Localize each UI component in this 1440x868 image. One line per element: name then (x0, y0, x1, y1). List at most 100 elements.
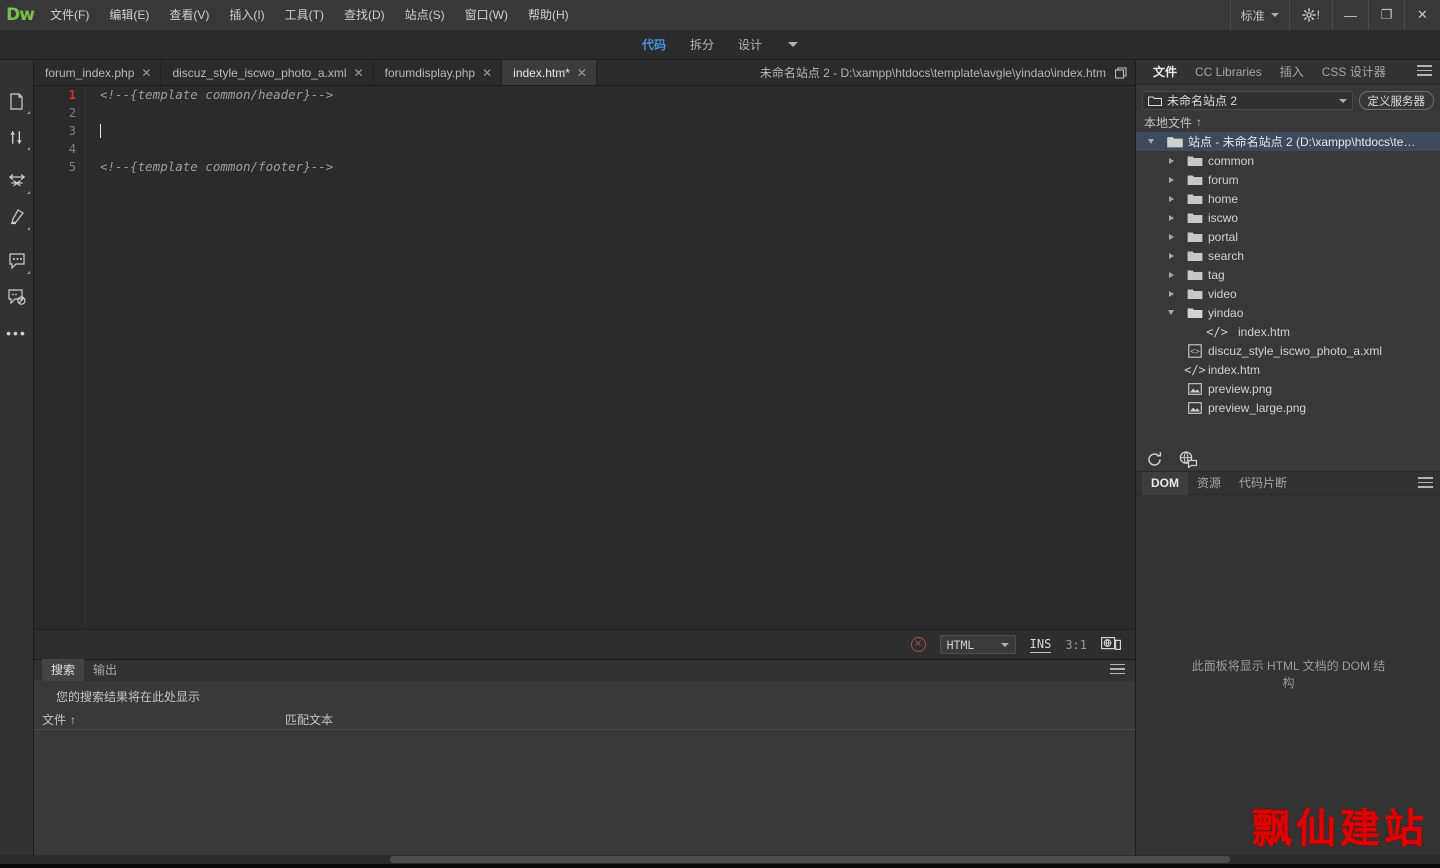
close-icon[interactable]: ✕ (141, 66, 151, 80)
tree-row-yindao-index-htm[interactable]: </> index.htm (1136, 322, 1440, 341)
tree-row-site-root[interactable]: 站点 - 未命名站点 2 (D:\xampp\htdocs\templa... (1136, 132, 1440, 151)
close-icon[interactable]: ✕ (354, 66, 364, 80)
tab-files[interactable]: 文件 (1144, 60, 1186, 85)
document-tab-index-htm[interactable]: index.htm* ✕ (502, 60, 597, 85)
document-tab-discuz-style-xml[interactable]: discuz_style_iscwo_photo_a.xml ✕ (161, 60, 374, 85)
tree-row-label: tag (1208, 267, 1225, 282)
menu-item-find[interactable]: 查找(D) (334, 0, 395, 30)
view-mode-split[interactable]: 拆分 (690, 36, 714, 53)
site-selector-dropdown[interactable]: 未命名站点 2 (1142, 91, 1353, 110)
submenu-corner-icon (26, 147, 30, 150)
tree-row-tag[interactable]: tag (1136, 265, 1440, 284)
realtime-preview-icon[interactable] (1101, 636, 1121, 653)
tree-row-discuz-style-xml[interactable]: <> discuz_style_iscwo_photo_a.xml (1136, 341, 1440, 360)
language-selector[interactable]: HTML (939, 635, 1016, 654)
menu-item-window[interactable]: 窗口(W) (455, 0, 518, 30)
tree-row-iscwo[interactable]: iscwo (1136, 208, 1440, 227)
tree-toggle[interactable] (1160, 252, 1182, 259)
tree-toggle[interactable] (1160, 290, 1182, 297)
dreamweaver-logo-icon: Dw (6, 5, 35, 25)
maximize-button[interactable]: ❐ (1368, 0, 1404, 30)
tree-toggle[interactable] (1160, 214, 1182, 221)
tab-insert[interactable]: 插入 (1271, 60, 1313, 85)
tree-row-common[interactable]: common (1136, 151, 1440, 170)
more-tools-button[interactable]: ••• (6, 326, 27, 340)
tab-snippets[interactable]: 代码片断 (1230, 472, 1296, 495)
local-files-column-header[interactable]: 本地文件 ↑ (1136, 112, 1440, 132)
folder-icon (1182, 269, 1208, 281)
view-mode-dropdown-icon[interactable] (788, 42, 799, 47)
tab-css-designer[interactable]: CSS 设计器 (1313, 60, 1395, 85)
source-navigator-icon[interactable] (2, 122, 32, 152)
tree-toggle[interactable] (1160, 310, 1182, 315)
define-server-button[interactable]: 定义服务器 (1358, 91, 1434, 110)
html-file-icon: </> (1206, 324, 1228, 339)
collapse-expand-icon[interactable] (2, 166, 32, 196)
menu-item-tools[interactable]: 工具(T) (275, 0, 334, 30)
tree-toggle[interactable] (1160, 233, 1182, 240)
view-mode-design[interactable]: 设计 (738, 36, 762, 53)
error-indicator-icon[interactable]: ✕ (910, 637, 926, 652)
tree-row-portal[interactable]: portal (1136, 227, 1440, 246)
menu-item-view[interactable]: 查看(V) (159, 0, 219, 30)
tree-toggle[interactable] (1160, 195, 1182, 202)
site-selector-row: 未命名站点 2 定义服务器 (1136, 89, 1440, 112)
menu-item-help[interactable]: 帮助(H) (518, 0, 579, 30)
tree-row-video[interactable]: video (1136, 284, 1440, 303)
tree-row-label: preview.png (1208, 381, 1273, 396)
refresh-icon[interactable] (1146, 451, 1163, 468)
close-icon[interactable]: ✕ (482, 66, 492, 80)
tree-row-preview-large-png[interactable]: preview_large.png (1136, 398, 1440, 417)
menu-item-insert[interactable]: 插入(I) (219, 0, 274, 30)
menu-item-site[interactable]: 站点(S) (395, 0, 455, 30)
tree-toggle[interactable] (1160, 176, 1182, 183)
tab-output[interactable]: 输出 (84, 659, 126, 681)
tab-dom[interactable]: DOM (1142, 471, 1188, 495)
sort-ascending-icon: ↑ (70, 712, 77, 727)
tree-row-home[interactable]: home (1136, 189, 1440, 208)
tree-row-yindao[interactable]: yindao (1136, 303, 1440, 322)
sync-icon[interactable] (1179, 450, 1198, 468)
folder-icon (1182, 212, 1208, 224)
tree-toggle[interactable] (1160, 157, 1182, 164)
open-documents-icon[interactable] (2, 86, 32, 116)
menu-bar-right: 标准 ! — ❐ ✕ (1229, 0, 1440, 30)
tree-row-preview-png[interactable]: preview.png (1136, 379, 1440, 398)
files-panel-menu-icon[interactable] (1417, 65, 1432, 79)
gear-icon (1301, 8, 1316, 22)
insert-mode-label[interactable]: INS (1029, 637, 1052, 653)
tree-toggle[interactable] (1160, 271, 1182, 278)
document-tab-forumdisplay[interactable]: forumdisplay.php ✕ (373, 60, 503, 85)
scrollbar-thumb[interactable] (390, 856, 1230, 863)
code-text-area[interactable]: <!--{template common/header}--> <!--{tem… (86, 86, 1135, 629)
search-panel-menu-icon[interactable] (1110, 663, 1125, 678)
format-source-code-icon[interactable] (2, 202, 32, 232)
close-button[interactable]: ✕ (1404, 0, 1440, 30)
workspace-switcher[interactable]: 标准 (1229, 0, 1289, 30)
document-tab-forum-index[interactable]: forum_index.php ✕ (34, 60, 162, 85)
view-mode-code[interactable]: 代码 (642, 36, 666, 53)
menu-item-edit[interactable]: 编辑(E) (99, 0, 159, 30)
tree-row-index-htm[interactable]: </> index.htm (1136, 360, 1440, 379)
folder-icon (1182, 250, 1208, 262)
dom-panel-menu-icon[interactable] (1418, 477, 1433, 491)
line-number: 4 (68, 142, 76, 156)
tree-toggle[interactable] (1140, 139, 1162, 144)
restore-window-icon[interactable] (1115, 66, 1127, 79)
remove-comment-icon[interactable] (2, 282, 32, 312)
tree-row-forum[interactable]: forum (1136, 170, 1440, 189)
menu-item-file[interactable]: 文件(F) (40, 0, 99, 30)
tab-cc-libraries[interactable]: CC Libraries (1186, 60, 1271, 85)
apply-comment-icon[interactable] (2, 246, 32, 276)
horizontal-scrollbar[interactable] (0, 855, 1440, 864)
column-header-file[interactable]: 文件 ↑ (34, 711, 277, 728)
settings-button[interactable]: ! (1288, 0, 1332, 30)
tree-row-search[interactable]: search (1136, 246, 1440, 265)
tab-assets[interactable]: 资源 (1188, 472, 1230, 495)
tab-search[interactable]: 搜索 (42, 659, 85, 681)
close-icon[interactable]: ✕ (577, 66, 587, 80)
code-editor[interactable]: 1 2 3 4 5 <!--{template common/header}--… (34, 86, 1135, 629)
workspace-label: 标准 (1240, 8, 1265, 23)
minimize-button[interactable]: — (1332, 0, 1368, 30)
column-header-matched-text[interactable]: 匹配文本 (277, 711, 333, 728)
